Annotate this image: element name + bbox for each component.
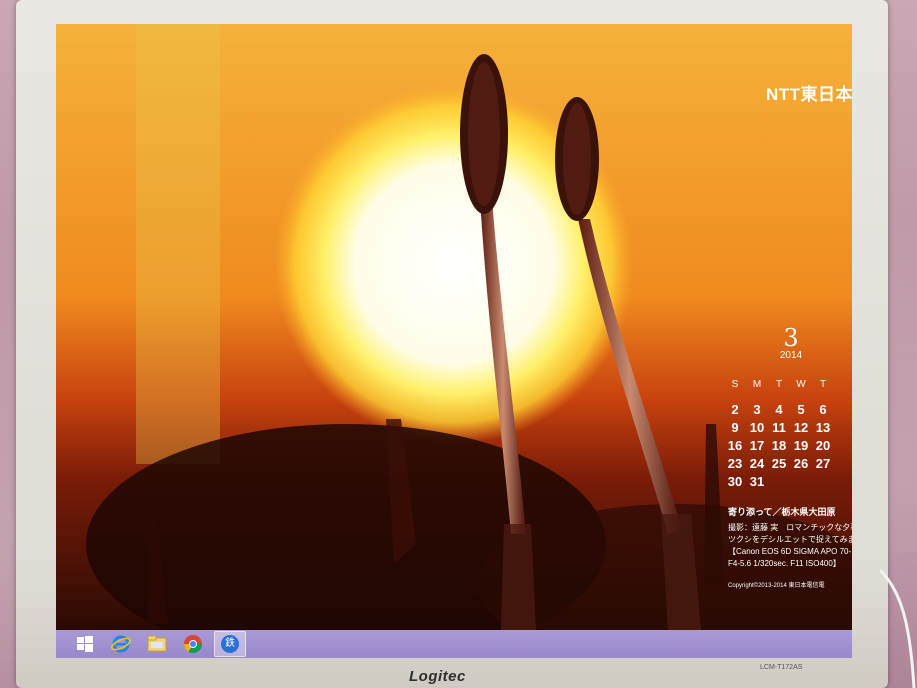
file-explorer-icon	[147, 635, 167, 652]
calendar-days: 2 3 4 5 6 9 10 11 12 13 16 17 18 19 20 2…	[724, 402, 848, 489]
monitor-screen: NTT東日本 3 2014 S M T W T 2 3 4 5 6 9 10 1…	[56, 24, 852, 658]
weekday-tue: T	[775, 379, 783, 390]
calendar-day: 9	[731, 420, 739, 435]
caption-line: F4-5.6 1/320sec. F11 ISO400】	[728, 559, 841, 568]
internet-explorer-button[interactable]	[106, 632, 136, 656]
wallpaper-calendar: 3 2014 S M T W T 2 3 4 5 6 9 10 11 12 13…	[724, 324, 848, 489]
calendar-day: 19	[793, 438, 809, 453]
caption-line: 【Canon EOS 6D SIGMA APO 70-	[728, 547, 852, 556]
monitor-brand-logo: Logitec	[409, 668, 466, 685]
calendar-weekday-headers: S M T W T	[724, 379, 848, 390]
caption-line: ツクシをデシルエットで捉えてみました	[728, 535, 852, 544]
calendar-day: 25	[771, 456, 787, 471]
calendar-day: 11	[772, 420, 786, 435]
calendar-day: 3	[753, 402, 761, 417]
calendar-day: 31	[749, 474, 765, 489]
weekday-wed: W	[796, 379, 806, 390]
taskbar: 鉄	[56, 630, 852, 658]
calendar-day: 17	[749, 438, 765, 453]
calendar-day: 4	[775, 402, 783, 417]
caption-copyright: Copyright©2013-2014 東日本電信電	[728, 583, 825, 589]
calendar-day: 10	[749, 420, 765, 435]
weekday-sun: S	[731, 379, 739, 390]
caption-title: 寄り添って／栃木県大田原	[728, 507, 836, 517]
calendar-day: 26	[793, 456, 809, 471]
monitor-model-label: LCM-T172AS	[760, 664, 803, 671]
wallpaper-caption: 寄り添って／栃木県大田原 撮影：遠藤 実 ロマンチックな夕暮れ ツクシをデシルエ…	[728, 506, 852, 592]
calendar-day: 12	[793, 420, 809, 435]
calendar-day: 27	[815, 456, 831, 471]
calendar-year: 2014	[779, 350, 803, 361]
weekday-thu: T	[819, 379, 827, 390]
calendar-app-button[interactable]: 鉄	[214, 631, 246, 657]
weekday-mon: M	[752, 379, 762, 390]
calendar-day: 23	[727, 456, 743, 471]
calendar-day: 20	[815, 438, 831, 453]
calendar-day: 2	[731, 402, 739, 417]
chrome-button[interactable]	[178, 632, 208, 656]
calendar-day: 18	[771, 438, 787, 453]
internet-explorer-icon	[111, 635, 131, 653]
caption-line: 撮影：遠藤 実 ロマンチックな夕暮れ	[728, 523, 852, 532]
power-cable	[880, 568, 916, 688]
calendar-month: 3	[783, 324, 799, 352]
calendar-app-icon: 鉄	[221, 635, 239, 653]
windows-start-icon	[77, 636, 93, 652]
ntt-brand-logo: NTT東日本	[766, 85, 852, 104]
calendar-day: 5	[797, 402, 805, 417]
calendar-day: 16	[727, 438, 743, 453]
calendar-day: 13	[815, 420, 831, 435]
start-button[interactable]	[70, 632, 100, 656]
calendar-day: 30	[727, 474, 743, 489]
calendar-day: 6	[819, 402, 827, 417]
calendar-day: 24	[749, 456, 765, 471]
chrome-icon	[184, 635, 202, 654]
file-explorer-button[interactable]	[142, 632, 172, 656]
